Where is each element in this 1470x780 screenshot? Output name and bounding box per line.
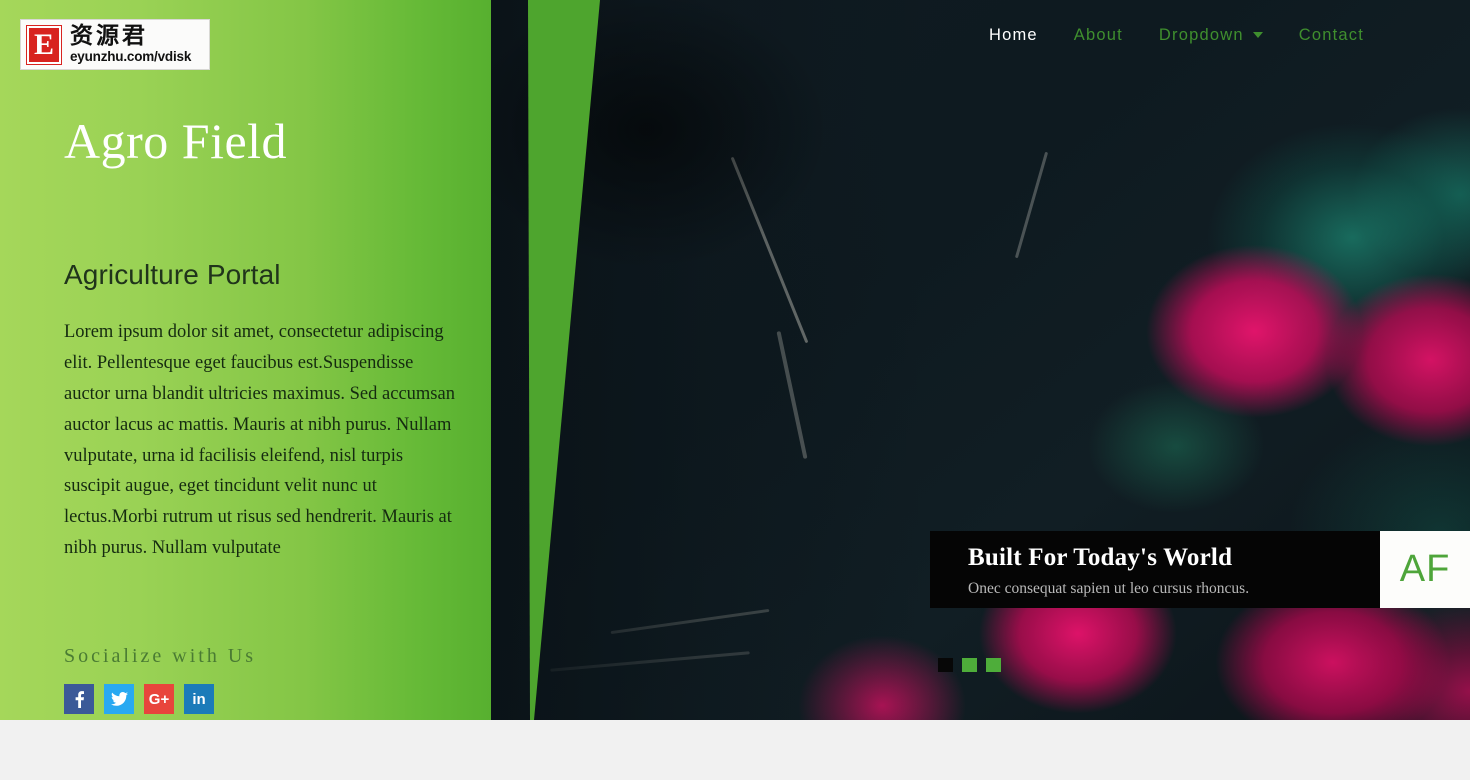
- facebook-glyph: [75, 690, 84, 708]
- linkedin-glyph: in: [192, 690, 206, 708]
- nav-item-dropdown[interactable]: Dropdown: [1141, 18, 1281, 53]
- main-navigation: Home About Dropdown Contact: [490, 0, 1470, 70]
- diagonal-wedge-shape: [528, 0, 600, 720]
- caption-subtitle: Onec consequat sapien ut leo cursus rhon…: [968, 580, 1250, 598]
- nav-item-about[interactable]: About: [1056, 18, 1141, 53]
- nav-link-home[interactable]: Home: [971, 18, 1056, 53]
- page-root: E 资源君 eyunzhu.com/vdisk Home About Dropd…: [0, 0, 1470, 780]
- chevron-down-icon: [1252, 32, 1263, 39]
- hero-subtitle: Agriculture Portal: [64, 259, 281, 290]
- nav-link-dropdown-label: Dropdown: [1158, 25, 1244, 44]
- logo-chinese-text: 资源君: [70, 23, 148, 50]
- af-badge: AF: [1380, 531, 1470, 608]
- hero-copy-block: Agro Field Agriculture Portal Lorem ipsu…: [64, 112, 474, 564]
- caption-title: Built For Today's World: [968, 544, 1233, 571]
- nav-link-contact[interactable]: Contact: [1281, 18, 1382, 53]
- google-plus-icon[interactable]: G+: [144, 684, 174, 714]
- nav-item-contact[interactable]: Contact: [1281, 18, 1382, 53]
- twitter-icon[interactable]: [104, 684, 134, 714]
- logo-url-text: eyunzhu.com/vdisk: [70, 49, 192, 65]
- carousel-indicator-3[interactable]: [986, 658, 1001, 672]
- socialize-section: Socialize with Us G+ in: [64, 645, 256, 714]
- google-plus-glyph: G+: [148, 690, 170, 708]
- page-footer-strip: [0, 720, 1470, 780]
- logo-e-mark: E: [26, 24, 62, 65]
- nav-link-dropdown[interactable]: Dropdown: [1141, 18, 1281, 53]
- hero-background-photo: [490, 0, 1470, 720]
- nav-link-about[interactable]: About: [1056, 18, 1141, 53]
- hero-body-text: Lorem ipsum dolor sit amet, consectetur …: [64, 322, 455, 559]
- carousel-indicator-1[interactable]: [938, 658, 953, 672]
- logo-text: 资源君 eyunzhu.com/vdisk: [70, 25, 191, 64]
- hero-title: Agro Field: [64, 113, 288, 169]
- nav-item-home[interactable]: Home: [971, 18, 1056, 53]
- carousel-indicators[interactable]: [938, 658, 1001, 672]
- watermark-logo: E 资源君 eyunzhu.com/vdisk: [20, 19, 210, 70]
- af-badge-label: AF: [1399, 548, 1451, 590]
- carousel-indicator-2[interactable]: [962, 658, 977, 672]
- hero-section: E 资源君 eyunzhu.com/vdisk Home About Dropd…: [0, 0, 1470, 720]
- linkedin-icon[interactable]: in: [184, 684, 214, 714]
- slide-caption-card: Built For Today's World Onec consequat s…: [930, 531, 1380, 608]
- social-icon-list: G+ in: [64, 684, 256, 714]
- nav-list: Home About Dropdown Contact: [971, 18, 1382, 53]
- twitter-glyph: [110, 692, 128, 706]
- facebook-icon[interactable]: [64, 684, 94, 714]
- socialize-heading: Socialize with Us: [64, 645, 257, 667]
